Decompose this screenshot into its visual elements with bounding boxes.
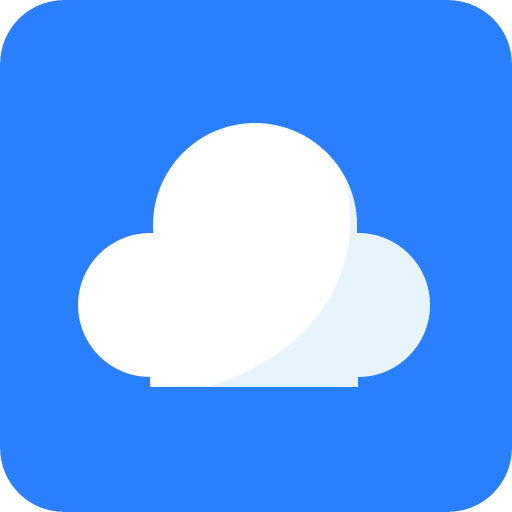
- cloud-icon: [0, 0, 512, 512]
- cloud-app-icon[interactable]: [0, 0, 512, 512]
